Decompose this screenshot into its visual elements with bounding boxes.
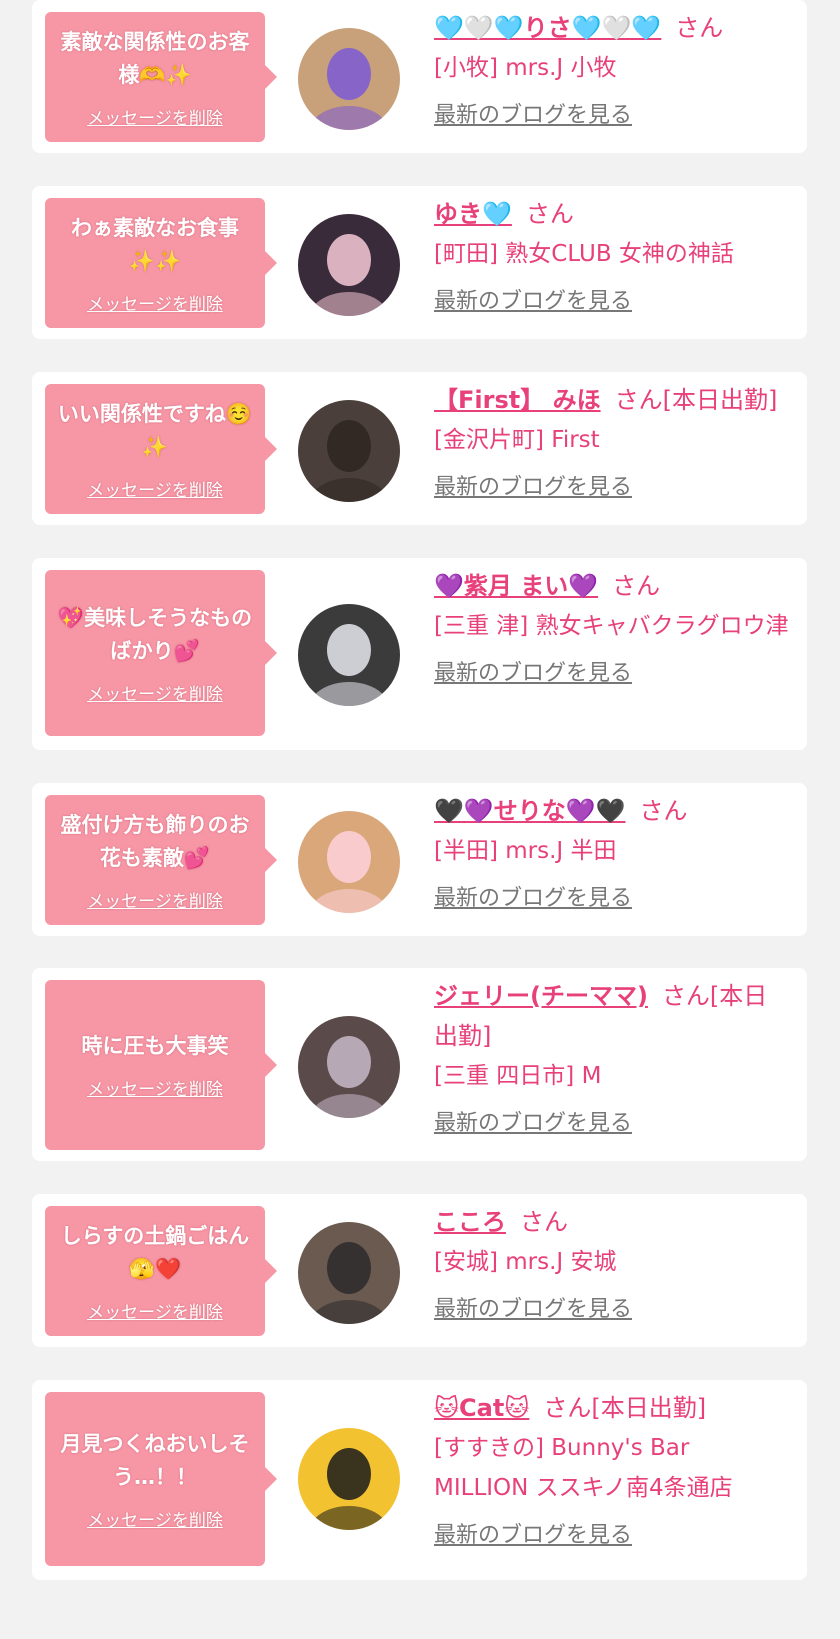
avatar-photo-icon [298, 811, 400, 913]
girl-info: こころ さん [安城] mrs.J 安城 最新のブログを見る [434, 1202, 789, 1328]
avatar-photo-icon [298, 214, 400, 316]
delete-message-link[interactable]: メッセージを削除 [87, 1298, 223, 1323]
shop-name[interactable]: [三重 津] 熟女キャバクラグロウ津 [434, 606, 789, 646]
message-text: 盛付け方も飾りのお花も素敵💕 [60, 812, 250, 870]
message-card: 月見つくねおいしそう…！！ メッセージを削除 🐱Cat🐱 さん[本日出勤] [すす… [32, 1380, 807, 1580]
latest-blog-link[interactable]: 最新のブログを見る [434, 881, 632, 917]
avatar[interactable] [298, 604, 400, 706]
name-suffix: さん [639, 797, 688, 825]
message-text: 時に圧も大事笑 [81, 1034, 229, 1058]
girl-info: 💜紫月 まい💜 さん [三重 津] 熟女キャバクラグロウ津 最新のブログを見る [434, 566, 789, 692]
girl-name-link[interactable]: 🐱Cat🐱 [434, 1394, 529, 1422]
message-text: 月見つくねおいしそう…！！ [60, 1431, 250, 1489]
message-card: しらすの土鍋ごはん🫣❤️ メッセージを削除 こころ さん [安城] mrs.J 安… [32, 1194, 807, 1347]
message-text: いい関係性ですね☺️✨ [57, 401, 253, 459]
name-line: こころ さん [434, 1202, 789, 1242]
message-text: わぁ素敵なお食事✨✨ [71, 215, 239, 273]
message-bubble: しらすの土鍋ごはん🫣❤️ メッセージを削除 [45, 1206, 277, 1336]
latest-blog-link[interactable]: 最新のブログを見る [434, 1106, 632, 1142]
name-suffix: さん [525, 200, 574, 228]
shop-name[interactable]: [小牧] mrs.J 小牧 [434, 48, 789, 88]
shop-name[interactable]: [金沢片町] First [434, 420, 789, 460]
shop-name[interactable]: [半田] mrs.J 半田 [434, 831, 789, 871]
message-bubble: 時に圧も大事笑 メッセージを削除 [45, 980, 277, 1150]
girl-info: ジェリー(チーママ) さん[本日出勤] [三重 四日市] M 最新のブログを見る [434, 976, 789, 1142]
name-line: 【First】 みほ さん[本日出勤] [434, 380, 789, 420]
delete-message-link[interactable]: メッセージを削除 [87, 104, 223, 129]
latest-blog-link[interactable]: 最新のブログを見る [434, 284, 632, 320]
name-line: 🖤💜せりな💜🖤 さん [434, 791, 789, 831]
name-line: 🩵🤍🩵りさ🩵🤍🩵 さん [434, 8, 789, 48]
message-text: 素敵な関係性のお客様🫶✨ [60, 29, 250, 87]
name-suffix: さん[本日出勤] [614, 386, 778, 414]
latest-blog-link[interactable]: 最新のブログを見る [434, 98, 632, 134]
name-line: 💜紫月 まい💜 さん [434, 566, 789, 606]
latest-blog-link[interactable]: 最新のブログを見る [434, 1518, 632, 1554]
name-line: 🐱Cat🐱 さん[本日出勤] [434, 1388, 789, 1428]
message-bubble: 素敵な関係性のお客様🫶✨ メッセージを削除 [45, 12, 277, 142]
name-line: ジェリー(チーママ) さん[本日出勤] [434, 976, 789, 1056]
girl-name-link[interactable]: ゆき🩵 [434, 200, 512, 228]
delete-message-link[interactable]: メッセージを削除 [87, 1506, 223, 1531]
shop-name[interactable]: [町田] 熟女CLUB 女神の神話 [434, 234, 789, 274]
girl-name-link[interactable]: 🩵🤍🩵りさ🩵🤍🩵 [434, 14, 661, 42]
message-card: わぁ素敵なお食事✨✨ メッセージを削除 ゆき🩵 さん [町田] 熟女CLUB 女神… [32, 186, 807, 339]
message-bubble: いい関係性ですね☺️✨ メッセージを削除 [45, 384, 277, 514]
girl-info: 🐱Cat🐱 さん[本日出勤] [すすきの] Bunny's Bar MILLION… [434, 1388, 789, 1554]
name-line: ゆき🩵 さん [434, 194, 789, 234]
avatar-photo-icon [298, 28, 400, 130]
delete-message-link[interactable]: メッセージを削除 [87, 680, 223, 705]
avatar[interactable] [298, 28, 400, 130]
message-text: 💖美味しそうなものばかり💕 [57, 605, 253, 663]
avatar[interactable] [298, 400, 400, 502]
delete-message-link[interactable]: メッセージを削除 [87, 476, 223, 501]
avatar[interactable] [298, 214, 400, 316]
message-bubble: 💖美味しそうなものばかり💕 メッセージを削除 [45, 570, 277, 736]
name-suffix: さん[本日出勤] [543, 1394, 707, 1422]
avatar[interactable] [298, 1222, 400, 1324]
girl-info: ゆき🩵 さん [町田] 熟女CLUB 女神の神話 最新のブログを見る [434, 194, 789, 320]
name-suffix: さん [520, 1208, 568, 1236]
girl-info: 【First】 みほ さん[本日出勤] [金沢片町] First 最新のブログを見… [434, 380, 789, 506]
delete-message-link[interactable]: メッセージを削除 [87, 887, 223, 912]
girl-name-link[interactable]: 【First】 みほ [434, 386, 601, 414]
avatar[interactable] [298, 1016, 400, 1118]
avatar-photo-icon [298, 1428, 400, 1530]
girl-name-link[interactable]: ジェリー(チーママ) [434, 982, 648, 1010]
avatar-photo-icon [298, 400, 400, 502]
avatar-photo-icon [298, 604, 400, 706]
girl-info: 🖤💜せりな💜🖤 さん [半田] mrs.J 半田 最新のブログを見る [434, 791, 789, 917]
avatar[interactable] [298, 811, 400, 913]
shop-name[interactable]: [安城] mrs.J 安城 [434, 1242, 789, 1282]
latest-blog-link[interactable]: 最新のブログを見る [434, 1292, 632, 1328]
avatar-photo-icon [298, 1222, 400, 1324]
name-suffix: さん [675, 14, 724, 42]
girl-name-link[interactable]: こころ [434, 1208, 506, 1236]
message-bubble: 月見つくねおいしそう…！！ メッセージを削除 [45, 1392, 277, 1566]
girl-name-link[interactable]: 🖤💜せりな💜🖤 [434, 797, 626, 825]
girl-name-link[interactable]: 💜紫月 まい💜 [434, 572, 598, 600]
message-card: 素敵な関係性のお客様🫶✨ メッセージを削除 🩵🤍🩵りさ🩵🤍🩵 さん [小牧] mr… [32, 0, 807, 153]
message-card: 💖美味しそうなものばかり💕 メッセージを削除 💜紫月 まい💜 さん [三重 津] … [32, 558, 807, 750]
avatar-photo-icon [298, 1016, 400, 1118]
message-bubble: 盛付け方も飾りのお花も素敵💕 メッセージを削除 [45, 795, 277, 925]
delete-message-link[interactable]: メッセージを削除 [87, 1075, 223, 1100]
message-bubble: わぁ素敵なお食事✨✨ メッセージを削除 [45, 198, 277, 328]
avatar[interactable] [298, 1428, 400, 1530]
latest-blog-link[interactable]: 最新のブログを見る [434, 470, 632, 506]
shop-name[interactable]: [三重 四日市] M [434, 1056, 789, 1096]
girl-info: 🩵🤍🩵りさ🩵🤍🩵 さん [小牧] mrs.J 小牧 最新のブログを見る [434, 8, 789, 134]
latest-blog-link[interactable]: 最新のブログを見る [434, 656, 632, 692]
message-card: いい関係性ですね☺️✨ メッセージを削除 【First】 みほ さん[本日出勤] … [32, 372, 807, 525]
message-card: 盛付け方も飾りのお花も素敵💕 メッセージを削除 🖤💜せりな💜🖤 さん [半田] m… [32, 783, 807, 936]
delete-message-link[interactable]: メッセージを削除 [87, 290, 223, 315]
message-card: 時に圧も大事笑 メッセージを削除 ジェリー(チーママ) さん[本日出勤] [三重 … [32, 968, 807, 1161]
shop-name[interactable]: [すすきの] Bunny's Bar MILLION ススキノ南4条通店 [434, 1428, 789, 1508]
name-suffix: さん [612, 572, 661, 600]
message-text: しらすの土鍋ごはん🫣❤️ [60, 1223, 250, 1281]
